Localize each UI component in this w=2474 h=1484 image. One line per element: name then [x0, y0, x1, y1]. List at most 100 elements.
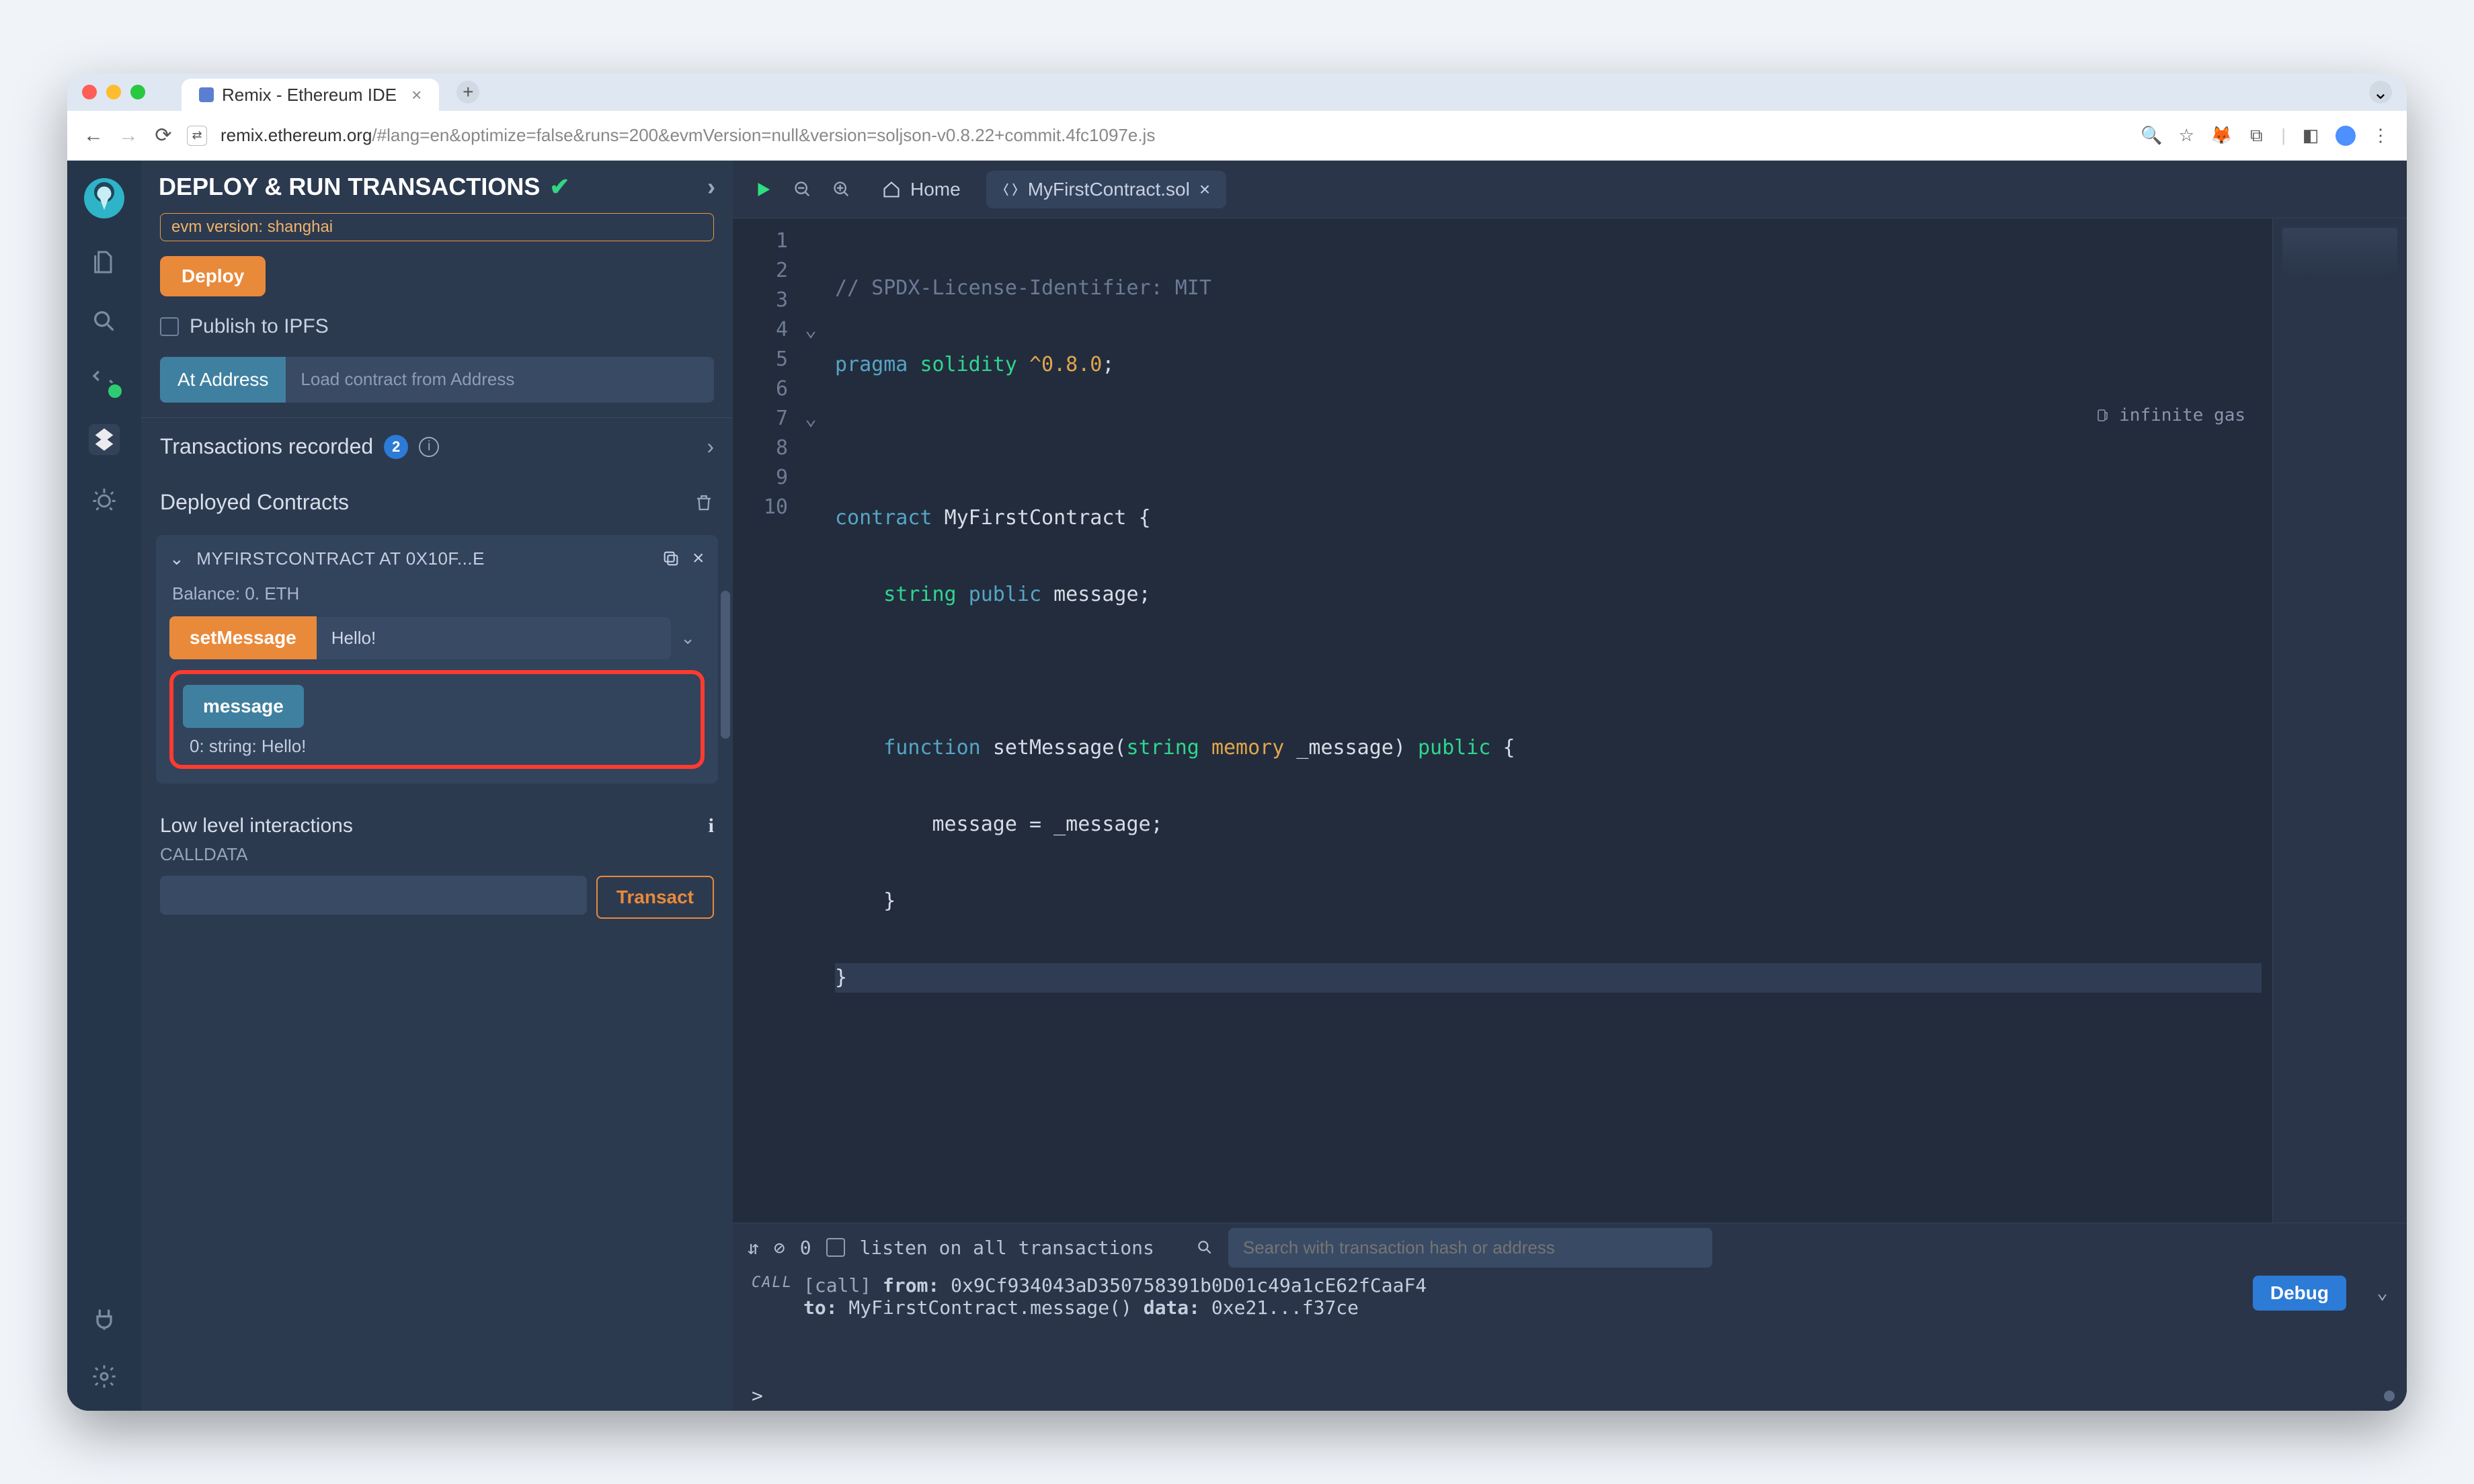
tabs-dropdown-icon[interactable]: ⌄ [2369, 81, 2392, 104]
deploy-run-icon[interactable] [89, 424, 120, 455]
terminal-search-input[interactable] [1228, 1228, 1712, 1268]
debug-button[interactable]: Debug [2253, 1276, 2346, 1311]
bookmark-icon[interactable]: ☆ [2176, 126, 2196, 146]
zoom-in-icon[interactable] [827, 180, 856, 199]
plugin-manager-icon[interactable] [89, 1303, 120, 1334]
low-level-info-icon[interactable]: i [709, 815, 714, 837]
expand-args-icon[interactable]: ⌄ [671, 628, 705, 649]
chevron-right-icon[interactable]: › [707, 434, 714, 459]
tab-title: Remix - Ethereum IDE [222, 85, 397, 106]
terminal-output[interactable]: Debug ⌄ CALL [call] from: 0x9Cf934043aD3… [733, 1272, 2407, 1380]
info-icon[interactable]: i [419, 437, 439, 457]
kebab-menu-icon[interactable]: ⋮ [2370, 126, 2391, 146]
calldata-input[interactable] [160, 876, 587, 915]
highlighted-call-result: message 0: string: Hello! [169, 670, 705, 769]
deploy-button[interactable]: Deploy [160, 256, 266, 296]
sidepanel-icon[interactable]: ◧ [2301, 126, 2321, 146]
setmessage-input[interactable] [317, 617, 671, 659]
debugger-icon[interactable] [89, 483, 120, 514]
tab-favicon-icon [199, 87, 214, 102]
setmessage-button[interactable]: setMessage [169, 616, 317, 659]
clear-terminal-icon[interactable]: ⊘ [774, 1237, 785, 1259]
zoom-out-icon[interactable] [788, 180, 817, 199]
panel-title: DEPLOY & RUN TRANSACTIONS [159, 173, 540, 201]
close-tab-icon[interactable]: × [1199, 179, 1210, 200]
close-window-icon[interactable] [82, 85, 97, 99]
contract-title: MYFIRSTCONTRACT AT 0X10F...E [196, 548, 649, 569]
copy-address-icon[interactable] [662, 549, 680, 568]
profile-icon[interactable] [2336, 126, 2356, 146]
panel-collapse-icon[interactable]: › [707, 173, 715, 201]
message-return-value: 0: string: Hello! [183, 736, 691, 757]
minimize-window-icon[interactable] [106, 85, 121, 99]
browser-titlebar: Remix - Ethereum IDE × + ⌄ [67, 73, 2407, 111]
file-tab[interactable]: MyFirstContract.sol × [986, 171, 1227, 208]
maximize-window-icon[interactable] [130, 85, 145, 99]
code-line: // SPDX-License-Identifier: MIT [835, 276, 1211, 300]
transactions-recorded-section[interactable]: Transactions recorded 2 i › [141, 417, 733, 475]
forward-button[interactable]: → [118, 126, 138, 146]
terminal-search-icon[interactable] [1196, 1239, 1213, 1256]
fold-column[interactable]: ⌄⌄ [797, 218, 824, 1223]
minimap[interactable] [2272, 218, 2407, 1223]
search-icon[interactable] [89, 306, 120, 337]
editor-tabs: Home MyFirstContract.sol × [733, 161, 2407, 218]
calldata-label: CALLDATA [141, 841, 733, 868]
metamask-extension-icon[interactable]: 🦊 [2211, 126, 2231, 146]
terminal-toggle-icon[interactable]: ⇵ [748, 1237, 759, 1259]
listen-label: listen on all transactions [860, 1237, 1154, 1259]
compile-success-icon: ✔ [549, 173, 569, 201]
url-path: /#lang=en&optimize=false&runs=200&evmVer… [372, 125, 1155, 145]
back-button[interactable]: ← [83, 126, 104, 146]
call-tag: CALL [752, 1274, 793, 1291]
listen-checkbox[interactable] [826, 1238, 845, 1257]
file-tab-label: MyFirstContract.sol [1028, 179, 1190, 200]
browser-urlbar: ← → ⟳ ⇄ remix.ethereum.org/#lang=en&opti… [67, 111, 2407, 161]
message-button[interactable]: message [183, 685, 304, 728]
reload-button[interactable]: ⟳ [153, 126, 173, 146]
address-bar[interactable]: remix.ethereum.org/#lang=en&optimize=fal… [221, 125, 2128, 146]
evm-version-badge: evm version: shanghai [160, 213, 714, 241]
contract-balance: Balance: 0. ETH [169, 570, 705, 616]
transact-button[interactable]: Transact [596, 876, 714, 919]
site-info-icon[interactable]: ⇄ [187, 126, 207, 146]
gas-estimate-hint: infinite gas [2095, 405, 2245, 425]
browser-tab[interactable]: Remix - Ethereum IDE × [182, 79, 439, 111]
window-frame: Remix - Ethereum IDE × + ⌄ ← → ⟳ ⇄ remix… [67, 73, 2407, 1411]
at-address-button[interactable]: At Address [160, 357, 286, 403]
at-address-input[interactable]: Load contract from Address [286, 357, 714, 403]
low-level-title: Low level interactions [160, 815, 353, 837]
home-tab-label: Home [910, 179, 961, 200]
resize-grip-icon[interactable] [2384, 1391, 2395, 1401]
expand-log-icon[interactable]: ⌄ [2377, 1281, 2388, 1303]
settings-icon[interactable] [89, 1361, 120, 1392]
tab-close-icon[interactable]: × [411, 85, 422, 106]
pending-tx-count: 0 [800, 1237, 811, 1259]
terminal-prompt[interactable]: > [733, 1380, 2407, 1411]
icon-rail [67, 161, 141, 1411]
extensions-icon[interactable]: ⧉ [2246, 126, 2266, 146]
zoom-icon[interactable]: 🔍 [2141, 126, 2161, 146]
deployed-contract-card: ⌄ MYFIRSTCONTRACT AT 0X10F...E × Balance… [156, 535, 718, 784]
tx-recorded-count: 2 [384, 435, 408, 459]
collapse-contract-icon[interactable]: ⌄ [169, 548, 184, 569]
tx-recorded-label: Transactions recorded [160, 434, 373, 459]
clear-instances-icon[interactable] [694, 493, 714, 513]
run-script-icon[interactable] [748, 179, 779, 200]
home-tab[interactable]: Home [866, 171, 977, 208]
code-body[interactable]: // SPDX-License-Identifier: MIT pragma s… [824, 218, 2272, 1223]
window-controls[interactable] [82, 85, 145, 99]
terminal-panel: ⇵ ⊘ 0 listen on all transactions Debug ⌄… [733, 1223, 2407, 1411]
deployed-contracts-title: Deployed Contracts [160, 490, 349, 515]
deploy-panel: DEPLOY & RUN TRANSACTIONS ✔ › evm versio… [141, 161, 733, 1411]
publish-ipfs-checkbox[interactable] [160, 317, 179, 336]
remove-contract-icon[interactable]: × [692, 547, 705, 570]
publish-ipfs-label: Publish to IPFS [190, 315, 329, 338]
file-explorer-icon[interactable] [89, 247, 120, 278]
compiler-icon[interactable] [89, 365, 120, 396]
line-numbers: 12345678910 [733, 218, 797, 1223]
remix-logo-icon[interactable] [84, 178, 124, 218]
new-tab-button[interactable]: + [456, 81, 479, 104]
code-editor[interactable]: 12345678910 ⌄⌄ // SPDX-License-Identifie… [733, 218, 2407, 1223]
url-host: remix.ethereum.org [221, 125, 372, 145]
